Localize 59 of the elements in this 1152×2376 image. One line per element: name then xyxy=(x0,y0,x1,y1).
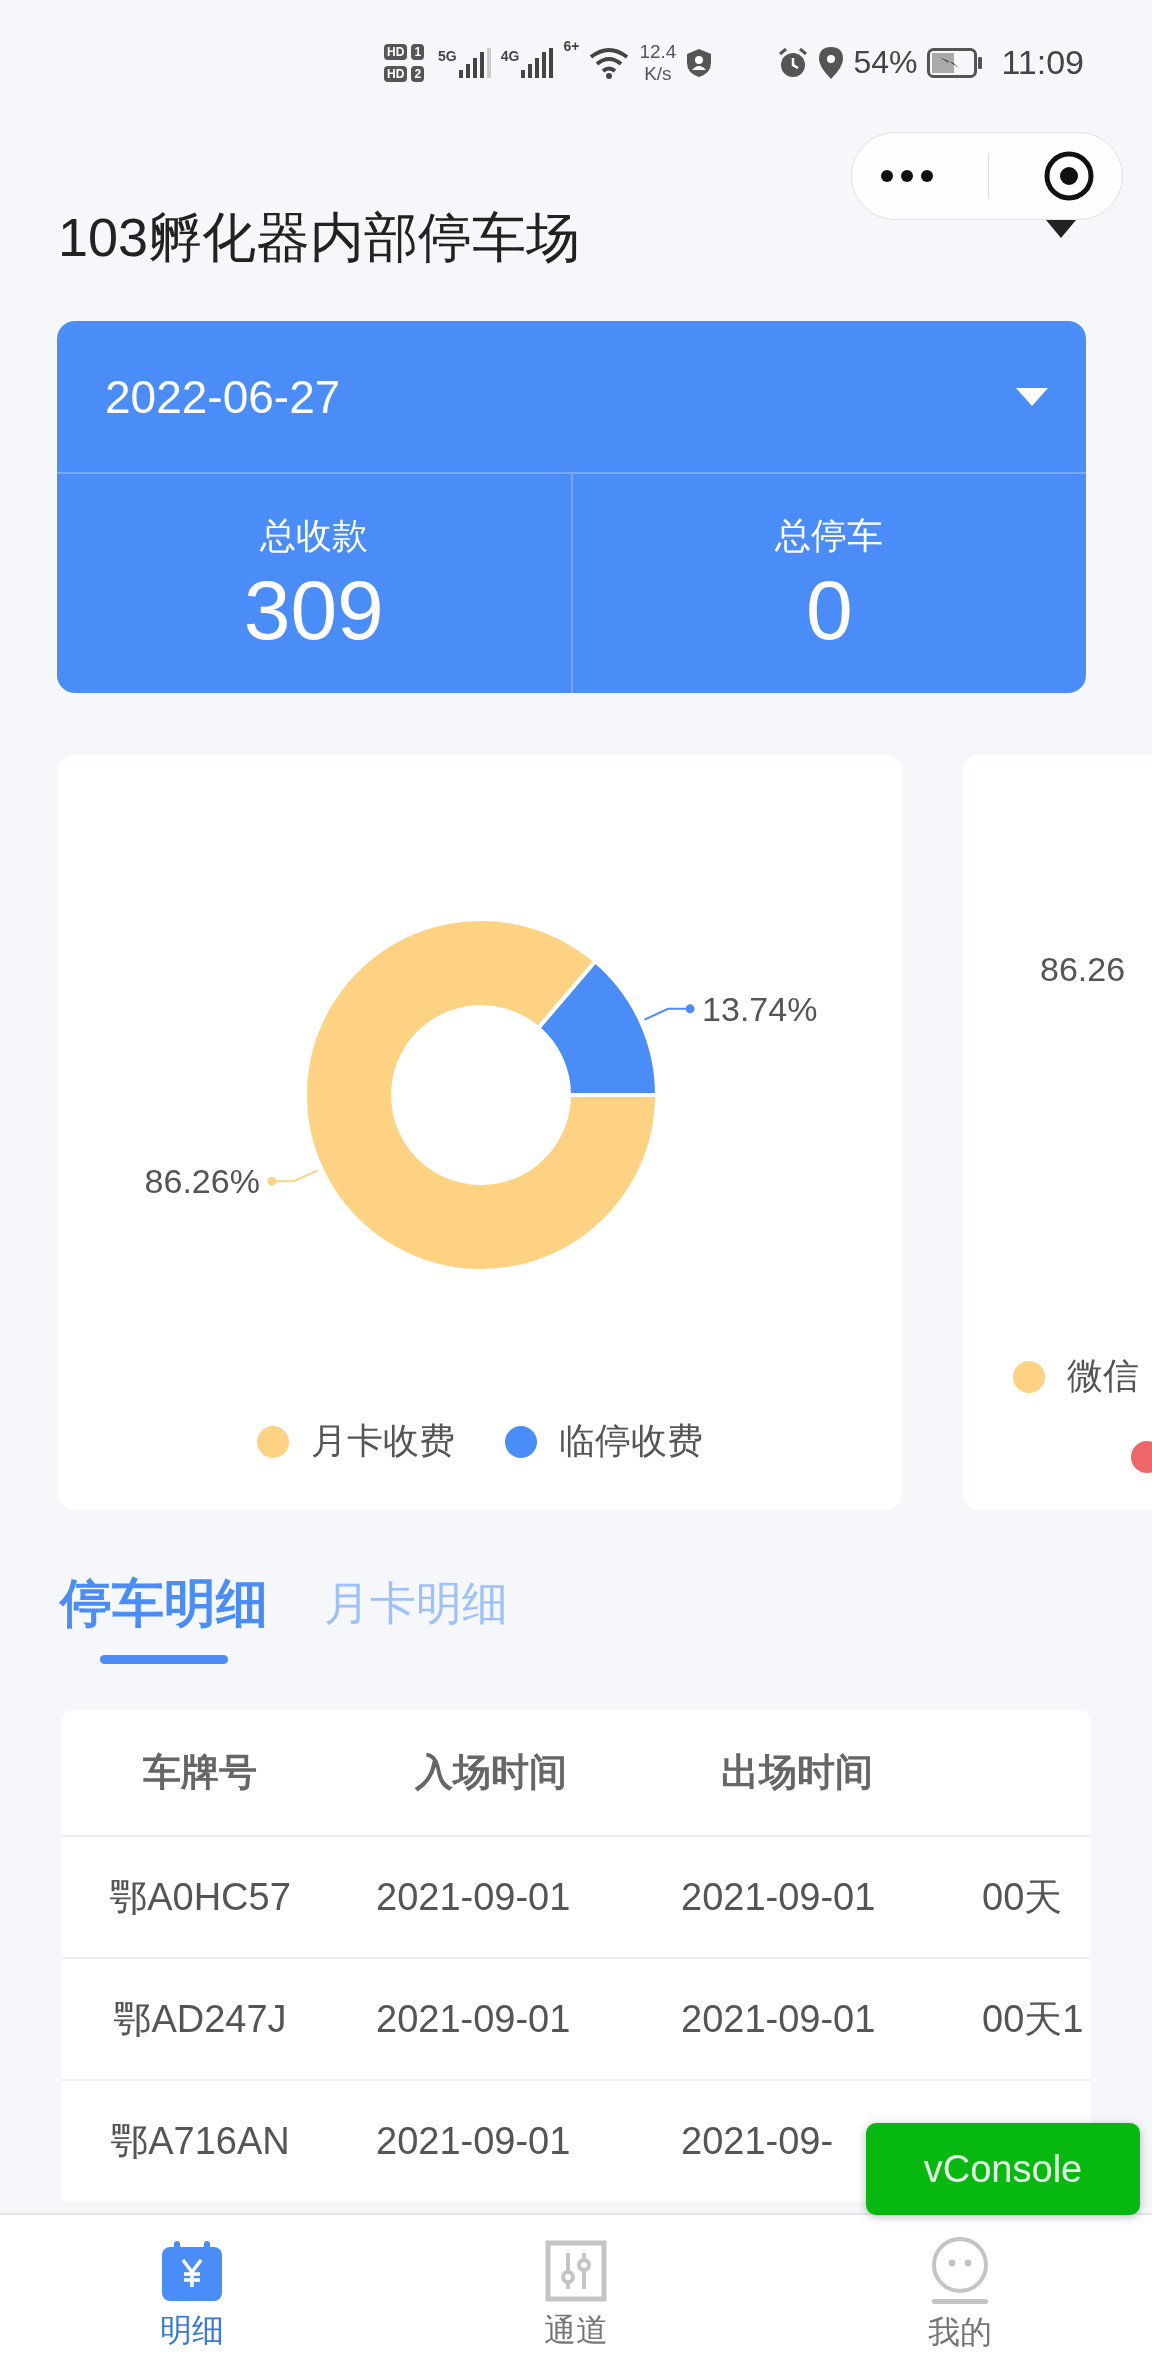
data-label: 13.74% xyxy=(702,989,818,1028)
speed-unit: K/s xyxy=(644,62,672,85)
stat-label: 总收款 xyxy=(259,514,368,558)
sim-badge: HD xyxy=(384,65,408,82)
column-header: 出场时间 xyxy=(719,1750,874,1795)
signal-icon xyxy=(458,47,491,78)
nav-item[interactable]: 我的 xyxy=(768,2215,1152,2376)
tab[interactable]: 月卡明细 xyxy=(324,1573,508,1633)
signal-icon xyxy=(521,47,554,78)
calendar-icon xyxy=(160,2238,224,2303)
wifi-label: 6+ xyxy=(563,38,580,54)
table-cell-text: 2021-09-01 xyxy=(680,1997,877,2041)
table-cell-text: 2021-09-01 xyxy=(375,2119,572,2163)
sim-badge: 1 xyxy=(411,43,425,60)
tab[interactable]: 停车明细 xyxy=(60,1573,268,1633)
table-cell-text: 2021-09- xyxy=(680,2119,835,2163)
column-header: 车牌号 xyxy=(142,1750,258,1795)
date-picker[interactable]: 2022-06-27 xyxy=(57,321,1086,474)
clock-time: 11:09 xyxy=(1001,43,1084,82)
speed-value: 12.4 xyxy=(639,40,677,63)
sim-badge: 2 xyxy=(411,65,425,82)
location-icon xyxy=(819,46,844,79)
data-label: 86.26 xyxy=(1040,950,1126,989)
sim-badge: HD xyxy=(384,43,408,60)
page-title: 103孵化器内部停车场 xyxy=(58,205,581,269)
close-target-icon[interactable] xyxy=(1043,150,1096,202)
shield-icon xyxy=(686,47,713,78)
table-cell-text: 2021-09-01 xyxy=(680,1875,877,1919)
alarm-icon xyxy=(777,46,810,79)
stat-value: 0 xyxy=(805,565,853,655)
table-cell-text: 2021-09-01 xyxy=(375,1875,572,1919)
table-cell-text: 鄂A716AN xyxy=(109,2118,291,2164)
table-cell-text: 00天1 xyxy=(981,1996,1085,2042)
data-label: 86.26% xyxy=(144,1162,260,1201)
legend-label: 微信 xyxy=(1067,1354,1139,1398)
caret-icon xyxy=(1016,387,1048,406)
nav-item[interactable]: 明细 xyxy=(0,2215,384,2376)
wifi-icon xyxy=(589,46,630,79)
table-cell-text: 鄂AD247J xyxy=(112,1996,288,2042)
table-cell-text: 00天 xyxy=(981,1874,1064,1920)
legend-label: 临停收费 xyxy=(559,1419,703,1463)
stat-label: 总停车 xyxy=(775,514,884,558)
network-label: 4G xyxy=(500,47,520,64)
column-header: 入场时间 xyxy=(413,1750,568,1795)
nav-item[interactable]: 通道 xyxy=(384,2215,768,2376)
table-cell-text: 鄂A0HC57 xyxy=(108,1874,292,1920)
more-icon[interactable] xyxy=(878,169,935,183)
battery-percent: 54% xyxy=(853,44,918,81)
legend-label: 月卡收费 xyxy=(311,1419,455,1463)
network-label: 5G xyxy=(438,47,457,64)
leader-line xyxy=(643,1004,695,1021)
sliders-icon xyxy=(544,2238,608,2303)
leader-line xyxy=(267,1169,319,1186)
legend-dot xyxy=(257,1425,289,1458)
battery-icon xyxy=(927,47,984,78)
stat-value: 309 xyxy=(243,565,384,655)
table-cell-text: 2021-09-01 xyxy=(375,1997,572,2041)
legend-dot xyxy=(505,1425,537,1458)
vconsole-button[interactable]: vConsole xyxy=(866,2123,1140,2215)
